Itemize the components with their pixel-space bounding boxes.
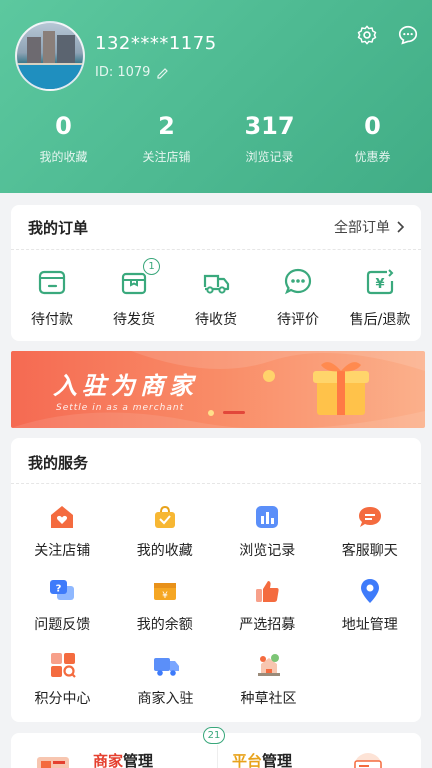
divider	[11, 483, 421, 484]
points-grid-icon	[50, 653, 76, 678]
chevron-right-icon	[397, 221, 405, 233]
favorite-bag-icon	[154, 505, 175, 528]
orders-card: 我的订单 全部订单 待付款 1 待发货 待收货 待评价 ¥ 售后/退款	[11, 205, 421, 341]
order-label: 售后/退款	[349, 312, 411, 328]
service-favorites[interactable]: 我的收藏	[114, 503, 217, 577]
svg-text:¥: ¥	[162, 591, 168, 601]
services-grid: 关注店铺 我的收藏 浏览记录 客服聊天 ? 问题反馈 ¥ 我的余额 严选招募 地…	[11, 503, 421, 725]
svg-text:¥: ¥	[375, 277, 384, 292]
settings-icon[interactable]	[356, 24, 378, 46]
profile-header: 132****1175 ID: 1079 0 我的收藏 2 关注店铺 317 浏…	[0, 0, 432, 193]
merchant-accent: 商家	[93, 752, 124, 768]
service-browse-history[interactable]: 浏览记录	[216, 503, 319, 577]
stat-value: 0	[364, 112, 381, 140]
service-label: 浏览记录	[239, 543, 296, 559]
order-after-sales[interactable]: ¥ 售后/退款	[339, 267, 421, 329]
service-label: 严选招募	[239, 617, 296, 633]
stat-value: 2	[158, 112, 175, 140]
thumbs-up-icon	[256, 581, 279, 602]
order-label: 待收货	[195, 312, 237, 328]
service-feedback[interactable]: ? 问题反馈	[11, 577, 114, 651]
merchant-management-icon	[37, 757, 69, 768]
divider	[217, 745, 218, 768]
service-points-center[interactable]: 积分中心	[11, 651, 114, 725]
service-label: 种草社区	[240, 691, 297, 707]
service-customer-chat[interactable]: 客服聊天	[319, 503, 422, 577]
location-icon	[360, 579, 379, 603]
order-status-row: 待付款 1 待发货 待收货 待评价 ¥ 售后/退款	[11, 258, 421, 329]
stat-value: 0	[55, 112, 72, 140]
banner-subtitle: Settle in as a merchant	[56, 403, 185, 413]
service-merchant-join[interactable]: 商家入驻	[114, 651, 217, 725]
merchant-rest: 管理	[123, 752, 154, 768]
stat-label: 我的收藏	[39, 150, 88, 164]
stat-coupons[interactable]: 0 优惠券	[321, 112, 424, 165]
stat-favorites[interactable]: 0 我的收藏	[12, 112, 115, 165]
shop-heart-icon	[51, 506, 74, 528]
management-card: 21 商家管理 平台管理	[11, 727, 421, 768]
order-pending-review[interactable]: 待评价	[257, 267, 339, 329]
edit-icon[interactable]	[156, 66, 170, 80]
balance-icon: ¥	[153, 583, 176, 601]
stat-followed-shops[interactable]: 2 关注店铺	[115, 112, 218, 165]
all-orders-link[interactable]: 全部订单	[334, 217, 405, 237]
order-label: 待发货	[113, 312, 155, 328]
chat-icon	[358, 507, 381, 527]
orders-title: 我的订单	[28, 219, 89, 237]
delivery-truck-icon	[153, 658, 179, 676]
user-id: ID: 1079	[95, 65, 151, 80]
phone-number: 132****1175	[95, 33, 217, 54]
divider	[11, 249, 421, 250]
service-label: 商家入驻	[137, 691, 194, 707]
all-orders-label: 全部订单	[334, 220, 390, 236]
service-label: 我的收藏	[136, 543, 193, 559]
service-followed-shops[interactable]: 关注店铺	[11, 503, 114, 577]
service-address-management[interactable]: 地址管理	[319, 577, 422, 651]
service-label: 关注店铺	[34, 543, 91, 559]
order-label: 待付款	[31, 312, 73, 328]
service-label: 地址管理	[341, 617, 398, 633]
order-pending-receipt[interactable]: 待收货	[175, 267, 257, 329]
stat-value: 317	[244, 112, 295, 140]
service-community[interactable]: 种草社区	[217, 651, 320, 725]
merchant-management-title[interactable]: 商家管理	[93, 750, 153, 768]
services-title: 我的服务	[28, 454, 89, 472]
truck-icon	[203, 274, 230, 294]
platform-rest: 管理	[262, 752, 293, 768]
stat-browse-history[interactable]: 317 浏览记录	[218, 112, 321, 165]
refund-icon: ¥	[366, 269, 394, 295]
merchant-banner[interactable]: 入驻为商家 Settle in as a merchant	[11, 351, 425, 428]
service-balance[interactable]: ¥ 我的余额	[114, 577, 217, 651]
svg-text:?: ?	[56, 584, 62, 595]
stat-label: 浏览记录	[245, 150, 294, 164]
management-badge: 21	[203, 727, 225, 744]
stat-label: 关注店铺	[142, 150, 191, 164]
community-icon	[257, 654, 280, 676]
comment-icon	[284, 268, 312, 295]
order-pending-shipment[interactable]: 1 待发货	[93, 258, 175, 329]
order-label: 待评价	[277, 312, 319, 328]
services-card: 我的服务 关注店铺 我的收藏 浏览记录 客服聊天 ? 问题反馈 ¥ 我的余额 严…	[11, 438, 421, 722]
service-label: 积分中心	[34, 691, 91, 707]
user-id-row[interactable]: ID: 1079	[95, 65, 170, 80]
platform-management-icon	[354, 753, 382, 768]
history-chart-icon	[256, 506, 279, 528]
service-selection-recruit[interactable]: 严选招募	[216, 577, 319, 651]
stats-row: 0 我的收藏 2 关注店铺 317 浏览记录 0 优惠券	[0, 112, 432, 165]
avatar[interactable]	[15, 21, 85, 91]
stat-label: 优惠券	[354, 150, 391, 164]
order-pending-payment[interactable]: 待付款	[11, 267, 93, 329]
service-label: 我的余额	[136, 617, 193, 633]
platform-management-title[interactable]: 平台管理	[232, 750, 292, 768]
service-label: 问题反馈	[34, 617, 91, 633]
banner-title: 入驻为商家	[53, 372, 198, 400]
feedback-icon: ?	[50, 580, 75, 600]
order-badge: 1	[143, 258, 160, 275]
wallet-icon	[38, 270, 66, 295]
platform-accent: 平台	[232, 752, 263, 768]
message-icon[interactable]	[397, 24, 419, 46]
service-label: 客服聊天	[341, 543, 398, 559]
